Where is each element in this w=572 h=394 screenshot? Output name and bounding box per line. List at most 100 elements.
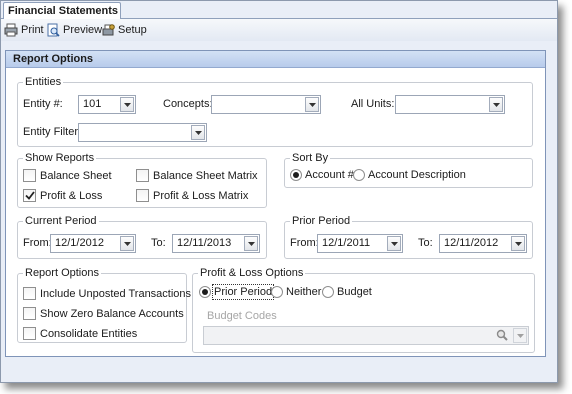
profit-loss-checkbox[interactable]: Profit & Loss: [23, 189, 102, 202]
prior-to-label: To:: [418, 237, 433, 249]
print-button[interactable]: Print: [4, 22, 44, 38]
pl-neither-radio[interactable]: Neither: [271, 286, 321, 298]
radio-circle[interactable]: [322, 286, 334, 298]
entities-legend: Entities: [23, 76, 64, 88]
pl-budget-label: Budget: [337, 286, 372, 298]
chevron-down-icon[interactable]: [120, 236, 134, 251]
budget-codes-select[interactable]: [203, 326, 529, 345]
tab-financial-statements[interactable]: Financial Statements: [3, 2, 121, 20]
printer-icon: [4, 23, 18, 37]
consolidate-entities-label: Consolidate Entities: [40, 327, 138, 340]
preview-icon: [47, 23, 60, 37]
current-from-value: 12/1/2012: [55, 237, 104, 249]
current-to-value: 12/11/2013: [177, 237, 232, 249]
checkmark-icon: [24, 191, 35, 200]
entity-select[interactable]: 101: [78, 95, 136, 114]
consolidate-entities-checkbox[interactable]: Consolidate Entities: [23, 327, 137, 340]
show-zero-balance-label: Show Zero Balance Accounts: [40, 307, 184, 320]
pl-options-legend: Profit & Loss Options: [198, 267, 306, 279]
radio-circle[interactable]: [271, 286, 283, 298]
radio-dot: [293, 172, 299, 178]
report-options-legend: Report Options: [23, 267, 101, 279]
setup-icon: [102, 24, 115, 36]
show-reports-legend: Show Reports: [23, 152, 97, 164]
radio-circle[interactable]: [353, 169, 365, 181]
sort-by-legend: Sort By: [290, 152, 331, 164]
concepts-select[interactable]: [211, 95, 321, 114]
checkbox-box[interactable]: [23, 327, 36, 340]
current-from-date[interactable]: 12/1/2012: [50, 234, 136, 253]
radio-circle[interactable]: [199, 286, 211, 298]
chevron-down-icon[interactable]: [191, 125, 205, 140]
setup-button[interactable]: Setup: [101, 22, 147, 38]
sort-account-number-radio[interactable]: Account #: [290, 169, 354, 181]
chevron-down-icon[interactable]: [120, 97, 134, 112]
tab-strip: Financial Statements: [1, 1, 557, 20]
panel-title: Report Options: [6, 51, 545, 68]
balance-sheet-checkbox[interactable]: Balance Sheet: [23, 169, 112, 182]
checkbox-box[interactable]: [136, 169, 149, 182]
pl-prior-period-label: Prior Period: [211, 284, 275, 300]
sort-account-number-label: Account #: [305, 169, 354, 181]
preview-button[interactable]: Preview: [46, 22, 102, 38]
toolbar: Print Preview Setup: [1, 19, 557, 41]
print-label: Print: [21, 24, 44, 36]
all-units-label: All Units:: [351, 98, 395, 110]
current-from-label: From:: [23, 237, 52, 249]
include-unposted-checkbox[interactable]: Include Unposted Transactions: [23, 287, 191, 300]
preview-label: Preview: [63, 24, 103, 36]
entity-value: 101: [83, 98, 102, 110]
profit-loss-matrix-checkbox[interactable]: Profit & Loss Matrix: [136, 189, 248, 202]
chevron-down-icon[interactable]: [489, 97, 503, 112]
include-unposted-label: Include Unposted Transactions: [40, 287, 192, 300]
show-reports-group: Show Reports Balance Sheet Balance Sheet…: [17, 152, 267, 208]
setup-label: Setup: [118, 24, 147, 36]
prior-from-value: 12/1/2011: [322, 237, 371, 249]
all-units-select[interactable]: [395, 95, 505, 114]
radio-circle[interactable]: [290, 169, 302, 181]
current-period-group: Current Period From: 12/1/2012 To: 12/11…: [17, 215, 267, 259]
sort-account-description-label: Account Description: [368, 169, 466, 181]
concepts-label: Concepts:: [163, 98, 213, 110]
entity-label: Entity #:: [23, 98, 63, 110]
financial-statements-window: Financial Statements Print Preview Setup…: [0, 0, 558, 383]
radio-dot: [202, 289, 208, 295]
current-period-legend: Current Period: [23, 215, 99, 227]
pl-neither-label: Neither: [286, 286, 322, 298]
chevron-down-icon[interactable]: [244, 236, 258, 251]
balance-sheet-matrix-checkbox[interactable]: Balance Sheet Matrix: [136, 169, 258, 182]
entity-filter-select[interactable]: [78, 123, 207, 142]
prior-from-label: From:: [290, 237, 319, 249]
chevron-down-icon[interactable]: [305, 97, 319, 112]
prior-period-legend: Prior Period: [290, 215, 353, 227]
current-to-date[interactable]: 12/11/2013: [172, 234, 260, 253]
entities-group: Entities Entity #: 101 Concepts: All Uni…: [17, 76, 533, 147]
chevron-down-icon[interactable]: [513, 328, 527, 343]
balance-sheet-label: Balance Sheet: [40, 169, 112, 182]
pl-budget-radio[interactable]: Budget: [322, 286, 372, 298]
profit-loss-matrix-label: Profit & Loss Matrix: [153, 189, 249, 202]
checkbox-box[interactable]: [23, 169, 36, 182]
sort-account-description-radio[interactable]: Account Description: [353, 169, 466, 181]
search-icon[interactable]: [496, 329, 508, 344]
chevron-down-icon[interactable]: [511, 236, 525, 251]
chevron-down-icon[interactable]: [387, 236, 401, 251]
checkbox-box[interactable]: [136, 189, 149, 202]
prior-to-date[interactable]: 12/11/2012: [439, 234, 527, 253]
show-zero-balance-checkbox[interactable]: Show Zero Balance Accounts: [23, 307, 184, 320]
budget-codes-label: Budget Codes: [207, 310, 277, 322]
profit-loss-label: Profit & Loss: [40, 189, 103, 202]
checkbox-box[interactable]: [23, 287, 36, 300]
report-options-panel: Report Options Entities Entity #: 101 Co…: [5, 50, 546, 357]
pl-options-group: Profit & Loss Options Prior Period Neith…: [192, 267, 535, 353]
checkbox-box[interactable]: [23, 189, 36, 202]
prior-to-value: 12/11/2012: [444, 237, 499, 249]
checkbox-box[interactable]: [23, 307, 36, 320]
report-options-group: Report Options Include Unposted Transact…: [17, 267, 191, 343]
prior-period-group: Prior Period From: 12/1/2011 To: 12/11/2…: [284, 215, 533, 259]
balance-sheet-matrix-label: Balance Sheet Matrix: [153, 169, 258, 182]
entity-filter-label: Entity Filter:: [23, 126, 82, 138]
prior-from-date[interactable]: 12/1/2011: [317, 234, 403, 253]
pl-prior-period-radio[interactable]: Prior Period: [199, 284, 275, 300]
current-to-label: To:: [151, 237, 166, 249]
